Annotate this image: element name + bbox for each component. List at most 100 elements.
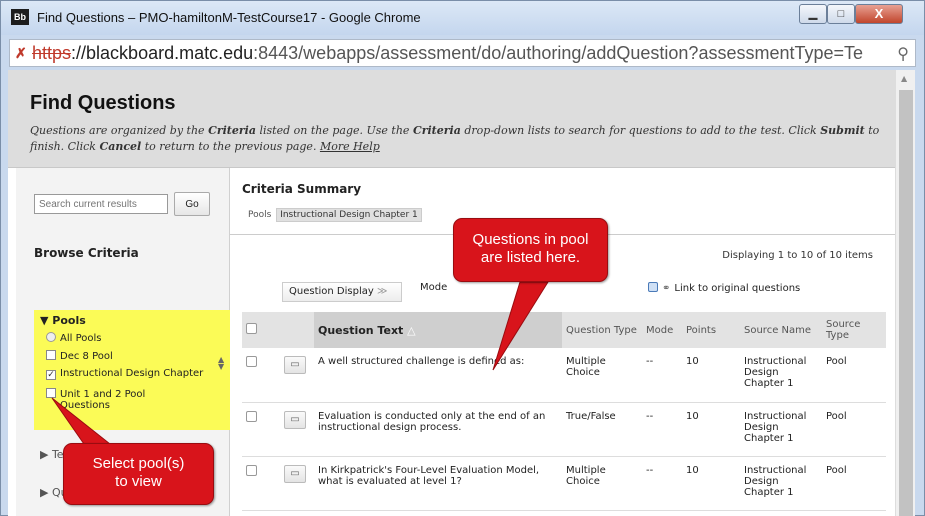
preview-icon[interactable]: ▭ <box>284 464 306 483</box>
insecure-lock-icon[interactable]: ✗ <box>15 45 31 61</box>
row-preview-cell: ▭ <box>280 402 314 457</box>
title-bar: Bb Find Questions – PMO-hamiltonM-TestCo… <box>1 1 924 35</box>
page-header: Find Questions Questions are organized b… <box>8 70 895 168</box>
question-display-dropdown[interactable]: Question Display ≫ <box>282 282 402 302</box>
desc-text: to return to the previous page. <box>141 140 320 153</box>
question-mode: -- <box>642 348 682 403</box>
question-points: 10 <box>682 402 740 457</box>
window-title: Find Questions – PMO-hamiltonM-TestCours… <box>37 10 421 25</box>
question-type: Multiple Choice <box>562 456 642 511</box>
row-select-cell <box>242 402 280 457</box>
preview-icon[interactable]: ▭ <box>284 356 306 374</box>
browse-criteria-heading: Browse Criteria <box>34 246 139 260</box>
select-all-checkbox[interactable] <box>246 323 257 334</box>
pools-toggle[interactable]: ▼ Pools <box>40 314 86 327</box>
question-mode: -- <box>642 456 682 511</box>
close-button[interactable]: X <box>855 4 903 24</box>
desc-cancel: Cancel <box>99 140 142 153</box>
pool-option-all[interactable]: All Pools <box>46 332 101 344</box>
pool-label: Unit 1 and 2 Pool <box>60 389 146 400</box>
question-type: Multiple Choice <box>562 348 642 403</box>
row-preview-cell: ▭ <box>280 456 314 511</box>
link-original-option[interactable]: ⚭ Link to original questions <box>648 282 800 294</box>
callout-text: to view <box>115 473 162 490</box>
link-original-label: Link to original questions <box>674 283 801 294</box>
blackboard-logo-icon: Bb <box>11 9 29 25</box>
callout-text: Select pool(s) <box>92 455 185 472</box>
minimize-button[interactable]: ▁ <box>799 4 827 24</box>
zoom-icon[interactable]: ⚲ <box>897 44 909 63</box>
callout-text: Questions in pool <box>472 231 589 248</box>
source-type: Pool <box>822 402 886 457</box>
pool-option-continued: Questions <box>60 400 110 411</box>
desc-text: listed on the page. Use the <box>255 124 413 137</box>
question-type: True/False <box>562 402 642 457</box>
source-type: Pool <box>822 348 886 403</box>
maximize-button[interactable]: □ <box>827 4 855 24</box>
go-button[interactable]: Go <box>174 192 210 216</box>
radio-icon[interactable] <box>46 332 56 342</box>
more-help-link[interactable]: More Help <box>320 140 380 153</box>
column-question-type[interactable]: Question Type <box>562 312 642 348</box>
pool-option-unit1and2[interactable]: Unit 1 and 2 Pool <box>46 388 145 400</box>
question-mode: -- <box>642 402 682 457</box>
page-instructions: Questions are organized by the Criteria … <box>30 123 880 155</box>
pool-option-instructional-design[interactable]: ✓ Instructional Design Chapter <box>46 368 203 380</box>
select-all-header[interactable] <box>242 312 280 348</box>
checkbox-icon[interactable] <box>46 388 56 398</box>
criteria-pool-pill[interactable]: Instructional Design Chapter 1 <box>276 208 422 222</box>
search-area: Go <box>34 192 214 218</box>
vertical-scrollbar[interactable]: ▲ <box>895 70 915 516</box>
scroll-up-icon[interactable]: ▲ <box>901 74 907 83</box>
preview-icon[interactable]: ▭ <box>284 410 306 429</box>
question-text: In Kirkpatrick's Four-Level Evaluation M… <box>314 456 562 511</box>
pool-label: Dec 8 Pool <box>60 351 113 362</box>
question-text: A well structured challenge is defined a… <box>314 348 562 403</box>
callout-text: are listed here. <box>480 249 581 266</box>
sort-up-icon: △ <box>407 323 416 337</box>
question-display-label: Question Display <box>289 286 374 297</box>
column-source-name[interactable]: Source Name <box>740 312 822 348</box>
column-points[interactable]: Points <box>682 312 740 348</box>
question-points: 10 <box>682 348 740 403</box>
url-text[interactable]: https://blackboard.matc.edu:8443/webapps… <box>32 43 892 64</box>
checkbox-icon[interactable] <box>46 350 56 360</box>
column-question-text[interactable]: Question Text △ <box>314 312 562 348</box>
column-mode[interactable]: Mode <box>642 312 682 348</box>
row-checkbox[interactable] <box>246 464 257 476</box>
chevron-down-icon: ≫ <box>376 286 388 297</box>
criteria-collapsed-te[interactable]: ▶ Te <box>40 448 64 461</box>
row-select-cell <box>242 348 280 403</box>
question-text: Evaluation is conducted only at the end … <box>314 402 562 457</box>
pool-option-dec8[interactable]: Dec 8 Pool <box>46 350 113 362</box>
desc-text: drop-down lists to search for questions … <box>460 124 821 137</box>
table-row: ▭ In Kirkpatrick's Four-Level Evaluation… <box>242 456 886 511</box>
icon-header <box>280 312 314 348</box>
pool-label: Questions <box>60 400 110 411</box>
pools-panel: ▼ Pools All Pools Dec 8 Pool ✓ Instructio… <box>34 310 230 430</box>
row-checkbox[interactable] <box>246 410 257 422</box>
column-source-type[interactable]: Source Type <box>822 312 886 348</box>
source-name: Instructional Design Chapter 1 <box>740 456 822 511</box>
results-count: Displaying 1 to 10 of 10 items <box>722 250 873 261</box>
table-header-row: Question Text △ Question Type Mode Point… <box>242 312 886 348</box>
table-row: ▭ A well structured challenge is defined… <box>242 348 886 403</box>
desc-criteria: Criteria <box>412 124 461 137</box>
spinner-arrows-icon[interactable]: ▲ ▼ <box>218 356 224 371</box>
callout-select-pools: Select pool(s) to view <box>63 443 214 505</box>
scroll-thumb[interactable] <box>899 90 913 516</box>
criteria-summary-heading: Criteria Summary <box>242 182 362 196</box>
url-scheme: https <box>32 43 72 63</box>
row-checkbox[interactable] <box>246 356 257 367</box>
address-bar[interactable]: ✗ https://blackboard.matc.edu:8443/webap… <box>9 39 916 67</box>
checkbox-checked-icon[interactable]: ✓ <box>46 370 56 380</box>
mode-label: Mode <box>420 282 448 293</box>
table-row: ▭ Evaluation is conducted only at the en… <box>242 402 886 457</box>
search-input[interactable] <box>34 194 168 214</box>
question-points: 10 <box>682 456 740 511</box>
page-title: Find Questions <box>30 92 176 114</box>
desc-submit: Submit <box>820 124 865 137</box>
link-icon: ⚭ <box>662 283 671 294</box>
radio-selected-icon[interactable] <box>648 282 658 292</box>
url-host: ://blackboard.matc.edu <box>71 43 254 63</box>
